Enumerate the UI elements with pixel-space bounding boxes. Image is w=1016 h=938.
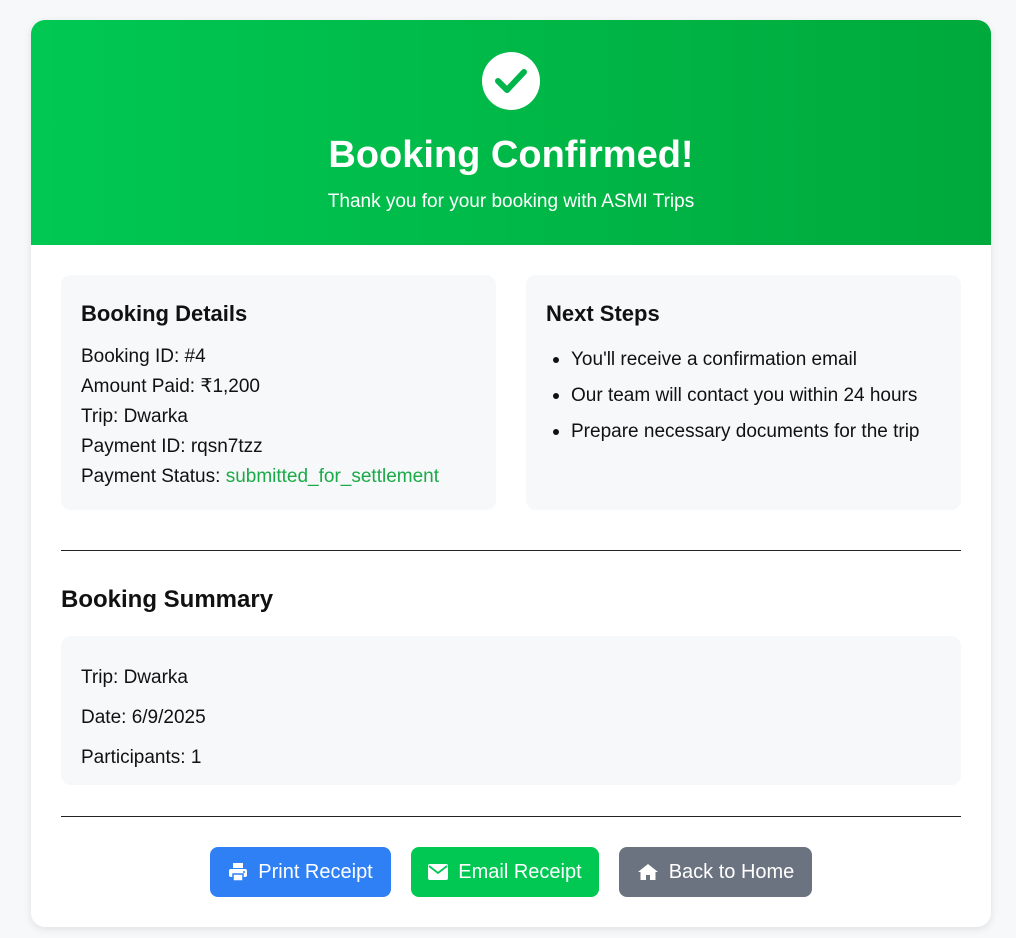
action-buttons: Print Receipt Email Receipt Back to Home [31, 847, 991, 897]
next-step-item: You'll receive a confirmation email [546, 342, 920, 378]
booking-details-panel: Booking Details Booking ID: #4 Amount Pa… [61, 275, 496, 510]
back-to-home-label: Back to Home [668, 861, 795, 883]
email-receipt-label: Email Receipt [458, 861, 582, 883]
next-steps-panel: Next Steps You'll receive a confirmation… [526, 275, 961, 510]
page-title: Booking Confirmed! [328, 134, 694, 176]
print-receipt-label: Print Receipt [258, 861, 373, 883]
booking-summary-panel: Trip: Dwarka Date: 6/9/2025 Participants… [61, 636, 961, 785]
next-steps-heading: Next Steps [546, 301, 660, 326]
summary-date-label: Date: [81, 707, 127, 728]
summary-trip-value: Dwarka [123, 667, 188, 688]
envelope-icon [428, 864, 449, 880]
payment-id-value: rqsn7tzz [190, 436, 263, 457]
print-receipt-button[interactable]: Print Receipt [210, 847, 391, 897]
check-circle-icon [482, 52, 540, 110]
next-step-item: Prepare necessary documents for the trip [546, 414, 920, 450]
booking-details-heading: Booking Details [81, 301, 248, 326]
confirmation-card: Booking Confirmed! Thank you for your bo… [31, 20, 991, 927]
payment-id-label: Payment ID: [81, 436, 186, 457]
summary-date-value: 6/9/2025 [131, 707, 206, 728]
booking-id-value: #4 [184, 346, 206, 367]
trip-label: Trip: [81, 406, 119, 427]
payment-status-label: Payment Status: [81, 466, 221, 487]
section-divider [61, 550, 961, 551]
booking-id-row: Booking ID: #4 [81, 342, 439, 372]
confirmation-header: Booking Confirmed! Thank you for your bo… [31, 20, 991, 245]
payment-status-row: Payment Status: submitted_for_settlement [81, 462, 439, 492]
amount-paid-label: Amount Paid: [81, 376, 196, 397]
amount-paid-row: Amount Paid: ₹1,200 [81, 372, 439, 402]
home-icon [637, 863, 659, 881]
summary-trip-label: Trip: [81, 667, 119, 688]
trip-value: Dwarka [123, 406, 188, 427]
payment-id-row: Payment ID: rqsn7tzz [81, 432, 439, 462]
summary-participants-row: Participants: 1 [81, 738, 206, 778]
section-divider [61, 816, 961, 817]
next-step-item: Our team will contact you within 24 hour… [546, 378, 920, 414]
amount-paid-value: ₹1,200 [200, 376, 260, 397]
page-subtitle: Thank you for your booking with ASMI Tri… [327, 191, 695, 212]
summary-trip-row: Trip: Dwarka [81, 658, 206, 698]
summary-participants-label: Participants: [81, 747, 186, 768]
next-steps-list: You'll receive a confirmation email Our … [546, 342, 920, 450]
summary-date-row: Date: 6/9/2025 [81, 698, 206, 738]
back-to-home-button[interactable]: Back to Home [619, 847, 812, 897]
booking-id-label: Booking ID: [81, 346, 180, 367]
booking-summary-heading: Booking Summary [61, 586, 274, 613]
summary-participants-value: 1 [190, 747, 202, 768]
email-receipt-button[interactable]: Email Receipt [411, 847, 599, 897]
printer-icon [228, 862, 248, 882]
trip-row: Trip: Dwarka [81, 402, 439, 432]
payment-status-value: submitted_for_settlement [225, 466, 440, 487]
